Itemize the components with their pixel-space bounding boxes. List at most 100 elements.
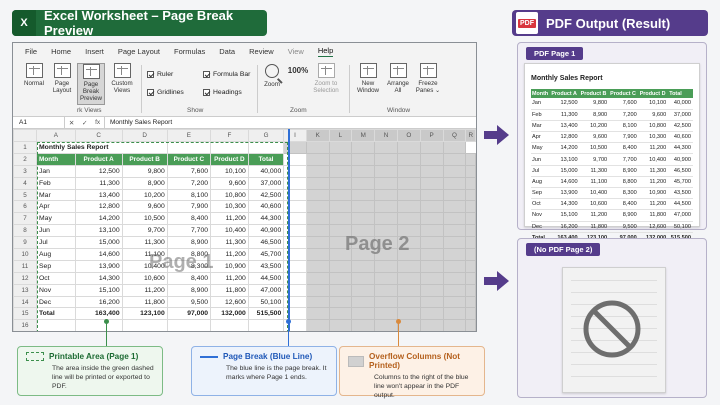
data-cell[interactable]: 7,700 [166,224,212,238]
arrange-all-button[interactable]: Arrange All [383,63,413,94]
fx-icon[interactable]: fx [95,119,100,126]
headings-checkbox[interactable]: Headings [203,89,242,96]
formula-bar-checkbox[interactable]: Formula Bar [203,71,250,78]
name-box[interactable]: A1 [13,116,65,129]
report-title-cell[interactable]: Monthly Sales Report [36,141,168,154]
data-cell[interactable]: 12,500 [74,164,123,178]
cell[interactable] [166,319,212,331]
data-cell[interactable]: 44,500 [247,271,285,285]
data-cell[interactable]: 97,000 [166,307,212,321]
data-cell[interactable]: 11,300 [121,236,168,250]
data-cell[interactable]: Jan [36,164,76,178]
data-cell[interactable]: 37,000 [247,176,285,190]
menu-item-view[interactable]: View [288,47,304,56]
column-header-q[interactable]: Q [442,129,467,142]
data-cell[interactable]: Oct [36,271,76,285]
cell[interactable] [247,141,285,154]
data-cell[interactable]: 16,200 [74,295,123,309]
data-cell[interactable]: 11,300 [74,176,123,190]
data-cell[interactable]: 13,900 [74,259,123,273]
data-cell[interactable]: 11,200 [121,283,168,297]
data-cell[interactable]: 43,500 [247,259,285,273]
column-header-e[interactable]: E [166,129,212,142]
data-cell[interactable]: 10,300 [210,200,249,214]
column-header-n[interactable]: N [374,129,398,142]
page-break-line[interactable] [288,129,290,331]
data-cell[interactable]: 42,500 [247,188,285,202]
row-header[interactable]: 13 [13,283,37,297]
menu-item-file[interactable]: File [25,47,37,56]
row-header[interactable]: 8 [13,224,37,238]
data-cell[interactable]: Apr [36,200,76,214]
gridlines-checkbox[interactable]: Gridlines [147,89,184,96]
ruler-checkbox[interactable]: Ruler [147,71,173,78]
menu-item-data[interactable]: Data [219,47,235,56]
data-cell[interactable]: 11,800 [121,295,168,309]
data-cell[interactable]: 11,200 [210,271,249,285]
data-cell[interactable]: 8,900 [166,283,212,297]
data-cell[interactable]: 50,100 [247,295,285,309]
select-all-corner[interactable] [13,129,37,142]
data-cell[interactable]: 11,200 [210,248,249,261]
data-cell[interactable]: 8,900 [166,236,212,250]
data-cell[interactable]: 9,700 [121,224,168,238]
data-cell[interactable]: 12,600 [210,295,249,309]
cell[interactable] [166,141,212,154]
data-cell[interactable]: 9,800 [121,164,168,178]
row-header[interactable]: 3 [13,164,37,178]
cell[interactable] [74,319,123,331]
table-header-cell[interactable]: Product C [166,152,212,166]
cell[interactable] [121,319,168,331]
zoom-to-selection-button[interactable]: Zoom to Selection [309,63,343,94]
data-cell[interactable]: 14,600 [74,248,123,261]
data-cell[interactable]: May [36,212,76,226]
column-header-g[interactable]: G [247,129,285,142]
data-cell[interactable]: Aug [36,248,76,261]
data-cell[interactable]: 9,500 [166,295,212,309]
column-header-r[interactable]: R [465,129,476,142]
row-header[interactable]: 1 [13,141,37,154]
zoom-button[interactable]: Zoom [259,63,285,88]
column-header-m[interactable]: M [351,129,376,142]
data-cell[interactable]: 7,600 [166,164,212,178]
data-cell[interactable]: 9,600 [121,200,168,214]
data-cell[interactable]: 11,800 [210,283,249,297]
custom-views-button[interactable]: Custom Views [107,63,137,94]
data-cell[interactable]: 8,900 [121,176,168,190]
cell[interactable] [210,319,249,331]
page-break-preview-button[interactable]: Page Break Preview [77,63,105,105]
zoom-100-button[interactable]: 100% [285,63,311,80]
menu-item-help[interactable]: Help [317,46,334,57]
row-header[interactable]: 5 [13,188,37,202]
data-cell[interactable]: 45,700 [247,248,285,261]
data-cell[interactable]: 10,800 [210,188,249,202]
data-cell[interactable]: 7,200 [166,176,212,190]
data-cell[interactable]: 46,500 [247,236,285,250]
data-cell[interactable]: Feb [36,176,76,190]
data-cell[interactable]: 515,500 [247,307,285,321]
data-cell[interactable]: Total [36,307,76,321]
enter-icon[interactable]: ✓ [82,119,87,127]
table-header-cell[interactable]: Product A [74,152,123,166]
data-cell[interactable]: 14,300 [74,271,123,285]
normal-view-button[interactable]: Normal [21,63,47,87]
column-header-f[interactable]: F [210,129,249,142]
data-cell[interactable]: Dec [36,295,76,309]
cell[interactable] [247,319,285,331]
row-header[interactable]: 7 [13,212,37,226]
data-cell[interactable]: Jun [36,224,76,238]
column-header-o[interactable]: O [396,129,421,142]
data-cell[interactable]: 10,900 [210,259,249,273]
data-cell[interactable]: Jul [36,236,76,250]
table-header-cell[interactable]: Total [247,152,285,166]
column-header-a[interactable]: A [36,129,76,142]
menu-item-page-layout[interactable]: Page Layout [118,47,160,56]
column-header-c[interactable]: C [74,129,123,142]
row-header[interactable]: 10 [13,248,37,261]
row-header[interactable]: 12 [13,271,37,285]
data-cell[interactable]: 10,100 [210,164,249,178]
data-cell[interactable]: 10,600 [121,271,168,285]
data-cell[interactable]: 10,400 [210,224,249,238]
row-header[interactable]: 4 [13,176,37,190]
menu-item-formulas[interactable]: Formulas [174,47,205,56]
